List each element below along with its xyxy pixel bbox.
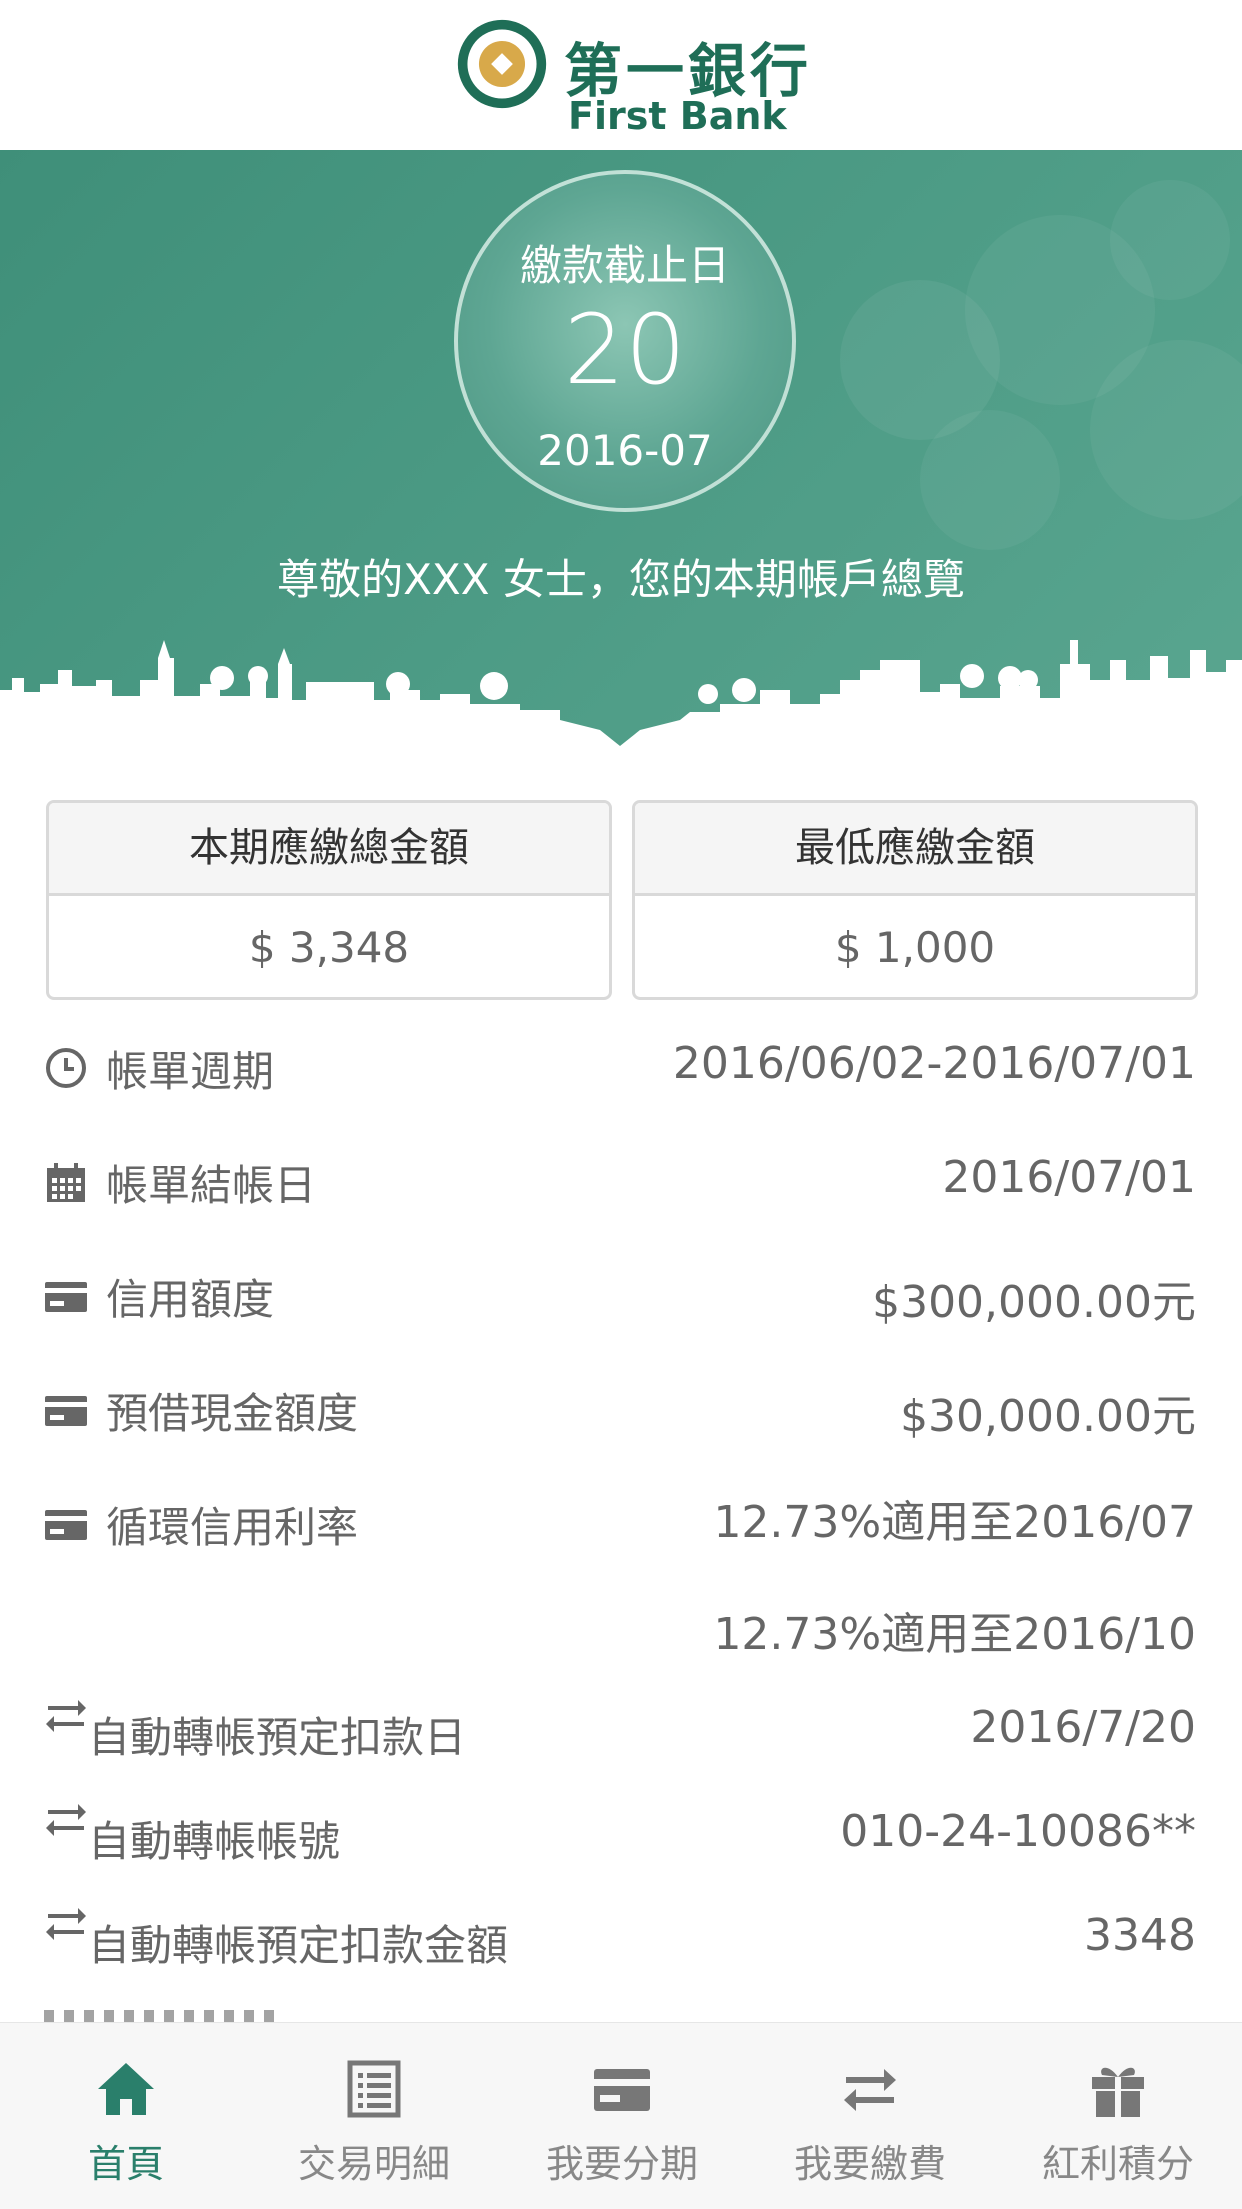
minimum-due-label: 最低應繳金額 [635,803,1195,896]
detail-value: 2016/7/20 [970,1702,1196,1753]
detail-label: 帳單週期 [106,1047,275,1096]
detail-row-autopay-amount: 自動轉帳預定扣款金額 3348 [44,1902,1196,1972]
total-due-value: $ 3,348 [248,923,410,972]
city-skyline-decoration [0,640,1242,790]
tab-home[interactable]: 首頁 [2,2023,250,2209]
total-due-card: 本期應繳總金額 $ 3,348 [46,800,612,1000]
tab-label: 我要分期 [545,2142,698,2186]
tab-installment[interactable]: 我要分期 [498,2023,746,2209]
detail-value: 2016/06/02-2016/07/01 [672,1038,1196,1089]
detail-value: $300,000.00元 [872,1277,1196,1328]
clock-icon [46,1048,86,1088]
tab-payment[interactable]: 我要繳費 [746,2023,994,2209]
minimum-due-value: $ 1,000 [834,923,996,972]
bottom-tab-bar: 首頁 交易明細 我要分期 我要繳費 紅利積分 [0,2022,1242,2209]
credit-card-icon [45,1510,87,1540]
detail-label: 預借現金額度 [106,1389,359,1438]
home-icon [98,2063,154,2115]
detail-label: 自動轉帳預定扣款金額 [88,1921,509,1970]
due-date-month: 2016-07 [537,426,713,475]
calendar-icon [47,1163,85,1202]
greeting-text: 尊敬的XXX 女士，您的本期帳戶總覽 [277,555,965,604]
minimum-due-card: 最低應繳金額 $ 1,000 [632,800,1198,1000]
credit-card-icon [45,1282,87,1312]
due-date-circle: 繳款截止日 20 2016-07 [454,170,796,512]
detail-value: 12.73%適用至2016/10 [713,1609,1196,1660]
detail-row-credit-limit: 信用額度 $300,000.00元 [44,1258,1196,1328]
gift-icon [1092,2067,1144,2117]
transfer-icon [46,1908,86,1940]
detail-row-autopay-account: 自動轉帳帳號 010-24-10086** [44,1798,1196,1868]
detail-label: 循環信用利率 [106,1503,359,1552]
app-header: 第一銀行 First Bank [0,0,1242,150]
tab-label: 我要繳費 [793,2142,946,2186]
bank-name-en: First Bank [568,94,787,138]
detail-label: 信用額度 [106,1275,275,1324]
detail-label: 帳單結帳日 [106,1161,317,1210]
bank-logo: 第一銀行 First Bank [452,14,808,138]
detail-value: 12.73%適用至2016/07 [713,1497,1196,1548]
due-date-label: 繳款截止日 [519,241,730,290]
detail-value: 3348 [1084,1910,1196,1961]
card-icon [594,2069,650,2111]
detail-value: 010-24-10086** [840,1806,1196,1857]
transfer-icon [46,1804,86,1836]
tab-label: 交易明細 [297,2142,450,2186]
list-icon [347,2060,401,2118]
hero-banner: 繳款截止日 20 2016-07 尊敬的XXX 女士，您的本期帳戶總覽 [0,150,1242,790]
total-due-label: 本期應繳總金額 [49,803,609,896]
tab-label: 首頁 [87,2142,164,2186]
due-date-day: 20 [563,294,687,406]
tab-transactions[interactable]: 交易明細 [250,2023,498,2209]
transfer-icon [46,1700,86,1732]
detail-label: 自動轉帳預定扣款日 [88,1713,467,1762]
tab-label: 紅利積分 [1041,2142,1194,2186]
detail-row-statement-date: 帳單結帳日 2016/07/01 [44,1144,1196,1214]
detail-row-revolving-rate-2: 12.73%適用至2016/10 [44,1590,1196,1660]
detail-row-billing-cycle: 帳單週期 2016/06/02-2016/07/01 [44,1030,1196,1100]
detail-row-cash-advance-limit: 預借現金額度 $30,000.00元 [44,1372,1196,1442]
detail-row-revolving-rate: 循環信用利率 12.73%適用至2016/07 [44,1486,1196,1556]
coin-logo-icon [457,19,547,109]
detail-value: 2016/07/01 [942,1152,1196,1203]
detail-label: 自動轉帳帳號 [88,1817,341,1866]
detail-row-autopay-date: 自動轉帳預定扣款日 2016/7/20 [44,1694,1196,1764]
tab-rewards[interactable]: 紅利積分 [994,2023,1242,2209]
transfer-icon [844,2069,896,2111]
detail-value: $30,000.00元 [900,1391,1196,1442]
credit-card-icon [45,1396,87,1426]
